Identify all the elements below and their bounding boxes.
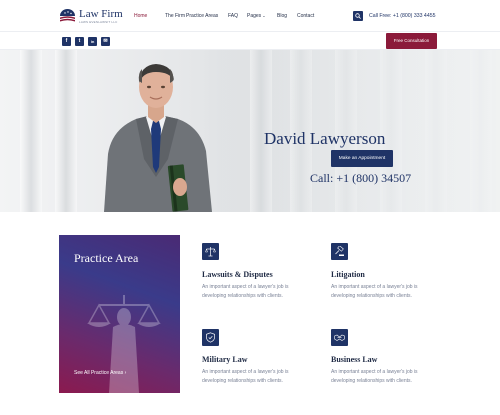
logo-subtitle: LAWS EVENLAWSIT LLC — [79, 20, 118, 24]
social-bar: f t in ✉ Free Consultation — [0, 31, 500, 50]
gavel-icon — [331, 243, 348, 260]
search-icon — [355, 13, 361, 19]
facebook-icon[interactable]: f — [62, 37, 71, 46]
email-icon[interactable]: ✉ — [101, 37, 110, 46]
service-description: An important aspect of a lawyer's job is… — [202, 369, 289, 384]
service-title[interactable]: Lawsuits & Disputes — [202, 270, 273, 279]
twitter-icon[interactable]: t — [75, 37, 84, 46]
make-appointment-button[interactable]: Make an Appointment — [331, 150, 393, 167]
free-consultation-button[interactable]: Free Consultation — [386, 33, 437, 49]
service-title[interactable]: Military Law — [202, 355, 248, 364]
nav-blog[interactable]: Blog — [277, 13, 287, 19]
search-button[interactable] — [353, 11, 363, 21]
service-description: An important aspect of a lawyer's job is… — [202, 284, 289, 299]
shield-icon — [202, 329, 219, 346]
practice-area-card: Practice Area See All Practice Areas › — [59, 235, 180, 393]
logo-title: Law Firm — [79, 8, 123, 20]
practice-area-title: Practice Area — [74, 251, 139, 265]
flag-logo-icon — [60, 9, 75, 22]
hero-phone[interactable]: Call: +1 (800) 34507 — [310, 171, 411, 186]
site-header: Law Firm LAWS EVENLAWSIT LLC Home The Fi… — [0, 0, 500, 32]
service-title[interactable]: Litigation — [331, 270, 365, 279]
see-all-practice-areas-link[interactable]: See All Practice Areas › — [74, 370, 126, 376]
lawyer-portrait — [104, 64, 212, 212]
nav-faq[interactable]: FAQ — [228, 13, 238, 19]
service-title[interactable]: Business Law — [331, 355, 377, 364]
nav-pages[interactable]: Pages⌄ — [247, 13, 266, 19]
lawyer-name: David Lawyerson — [264, 129, 386, 148]
linkedin-icon[interactable]: in — [88, 37, 97, 46]
nav-contact[interactable]: Contact — [297, 13, 314, 19]
nav-home[interactable]: Home — [134, 13, 147, 19]
nav-practice-areas[interactable]: Practice Areas — [186, 13, 218, 19]
scales-icon — [202, 243, 219, 260]
hero-banner: David Lawyerson Criminal Lawyer Call: +1… — [0, 50, 500, 212]
service-description: An important aspect of a lawyer's job is… — [331, 284, 418, 299]
nav-pages-label: Pages — [247, 13, 262, 19]
logo[interactable]: Law Firm LAWS EVENLAWSIT LLC — [59, 8, 123, 26]
nav-the-firm[interactable]: The Firm — [165, 13, 185, 19]
service-description: An important aspect of a lawyer's job is… — [331, 369, 418, 384]
chevron-down-icon: ⌄ — [262, 13, 266, 18]
handshake-icon — [331, 329, 348, 346]
call-free-phone[interactable]: Call Free: +1 (800) 333 4455 — [369, 13, 435, 19]
